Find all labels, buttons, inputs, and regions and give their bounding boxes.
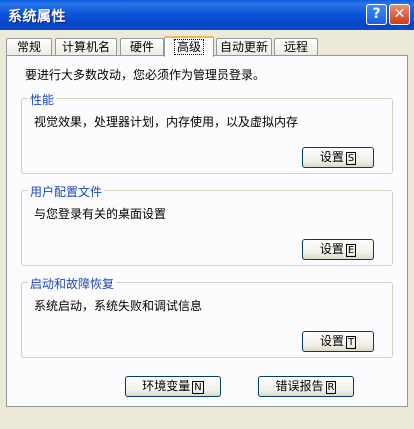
admin-notice: 要进行大多数改动，您必须作为管理员登录。 (25, 68, 266, 82)
startup-recovery-settings-accel: T (345, 336, 357, 349)
user-profiles-settings-button[interactable]: 设置 E (302, 239, 374, 260)
title-bar[interactable]: 系统属性 ? ✕ (0, 0, 414, 30)
performance-description: 视觉效果，处理器计划，内存使用，以及虚拟内存 (34, 115, 299, 129)
user-profiles-description: 与您登录有关的桌面设置 (34, 207, 167, 221)
user-profiles-settings-label: 设置 (319, 242, 344, 256)
error-reporting-button[interactable]: 错误报告 R (258, 376, 354, 397)
environment-variables-accel: N (192, 381, 204, 394)
user-profiles-settings-accel: E (345, 244, 357, 257)
tab-automatic-updates[interactable]: 自动更新 (216, 38, 272, 55)
startup-recovery-settings-button[interactable]: 设置 T (302, 331, 374, 352)
environment-variables-label: 环境变量 (142, 379, 191, 393)
performance-group: 性能 视觉效果，处理器计划，内存使用，以及虚拟内存 设置 S (21, 91, 393, 174)
tab-remote[interactable]: 远程 (274, 38, 318, 55)
performance-group-title: 性能 (28, 91, 57, 108)
performance-settings-label: 设置 (319, 150, 344, 164)
startup-recovery-settings-label: 设置 (319, 334, 344, 348)
advanced-tab-panel: 要进行大多数改动，您必须作为管理员登录。 性能 视觉效果，处理器计划，内存使用，… (6, 55, 408, 407)
tab-strip: 常规 计算机名 硬件 高级 自动更新 远程 (6, 36, 408, 57)
environment-variables-button[interactable]: 环境变量 N (125, 376, 221, 397)
startup-recovery-group: 启动和故障恢复 系统启动，系统失败和调试信息 设置 T (21, 275, 393, 358)
user-profiles-group: 用户配置文件 与您登录有关的桌面设置 设置 E (21, 183, 393, 266)
user-profiles-group-title: 用户配置文件 (28, 183, 105, 200)
performance-settings-button[interactable]: 设置 S (302, 147, 374, 168)
tab-general[interactable]: 常规 (6, 38, 52, 55)
tab-advanced-label: 高级 (173, 39, 204, 55)
error-reporting-accel: R (325, 381, 337, 394)
startup-recovery-description: 系统启动，系统失败和调试信息 (34, 299, 203, 313)
tab-computer-name[interactable]: 计算机名 (55, 38, 117, 55)
tab-hardware[interactable]: 硬件 (120, 38, 164, 55)
window-title: 系统属性 (8, 9, 66, 25)
tab-advanced[interactable]: 高级 (164, 36, 214, 57)
error-reporting-label: 错误报告 (275, 379, 324, 393)
performance-settings-accel: S (345, 152, 357, 165)
startup-recovery-group-title: 启动和故障恢复 (28, 275, 117, 292)
help-button[interactable]: ? (366, 4, 387, 25)
system-properties-window: 系统属性 ? ✕ 常规 计算机名 硬件 高级 自动更新 远程 要进行大多数改动，… (0, 0, 414, 429)
close-button[interactable]: ✕ (389, 4, 410, 25)
